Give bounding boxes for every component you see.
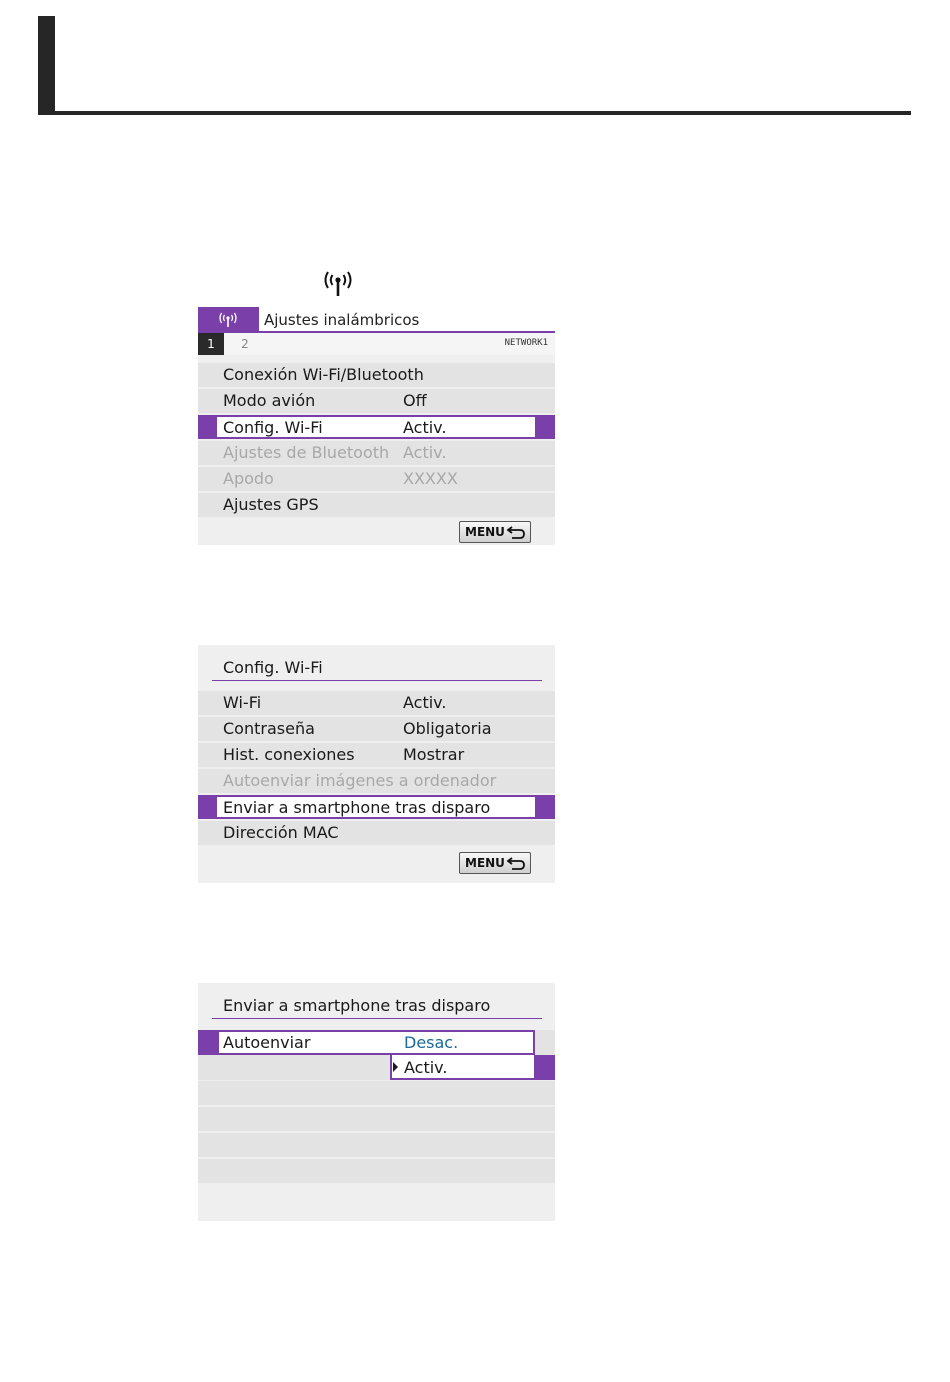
option-row: Activ.	[198, 1055, 555, 1080]
menu-button-label: MENU	[465, 525, 505, 539]
menu-item-value: Obligatoria	[403, 719, 492, 738]
menu-back-button[interactable]: MENU	[459, 852, 531, 874]
menu-button-label: MENU	[465, 856, 505, 870]
screen-title: Ajustes inalámbricos	[264, 311, 420, 329]
menu-item-label: Dirección MAC	[223, 823, 339, 842]
tab-2[interactable]: 2	[232, 333, 258, 355]
wireless-tab[interactable]	[198, 307, 259, 333]
selection-bar	[536, 1055, 555, 1080]
return-arrow-icon	[506, 857, 525, 870]
screen-title: Enviar a smartphone tras disparo	[223, 996, 491, 1015]
section-header-block	[38, 16, 55, 115]
screen-header: Ajustes inalámbricos	[198, 307, 555, 333]
menu-item-wifi[interactable]: Wi-Fi Activ.	[198, 691, 555, 715]
network-label: NETWORK1	[504, 338, 548, 348]
option-off[interactable]: Desac.	[404, 1033, 458, 1052]
wireless-settings-screen: Ajustes inalámbricos 1 2 NETWORK1 Conexi…	[198, 307, 555, 545]
tab-1[interactable]: 1	[198, 333, 224, 355]
page-tabs: 1 2 NETWORK1	[198, 333, 555, 355]
menu-item-label: Ajustes de Bluetooth	[223, 443, 390, 462]
menu-item-label: Contraseña	[223, 719, 315, 738]
menu-item-bluetooth-settings: Ajustes de Bluetooth Activ.	[198, 441, 555, 465]
menu-item-auto-send-to-computer: Autoenviar imágenes a ordenador	[198, 769, 555, 793]
empty-row	[198, 1133, 555, 1157]
menu-item-label: Modo avión	[223, 391, 316, 410]
menu-item-connection-history[interactable]: Hist. conexiones Mostrar	[198, 743, 555, 767]
menu-item-send-to-smartphone[interactable]: Enviar a smartphone tras disparo	[198, 795, 555, 819]
empty-row	[198, 1159, 555, 1183]
menu-item-label: Enviar a smartphone tras disparo	[223, 798, 491, 817]
menu-item-value: Activ.	[403, 418, 447, 437]
menu-back-button[interactable]: MENU	[459, 521, 531, 543]
menu-item-airplane-mode[interactable]: Modo avión Off	[198, 389, 555, 413]
empty-row	[198, 1081, 555, 1105]
menu-item-label: Hist. conexiones	[223, 745, 355, 764]
menu-item-label: Autoenviar imágenes a ordenador	[223, 771, 497, 790]
empty-row	[198, 1107, 555, 1131]
title-underline	[212, 1018, 542, 1019]
menu-item-value: Activ.	[403, 693, 447, 712]
menu-item-label: Conexión Wi-Fi/Bluetooth	[223, 365, 424, 384]
title-underline	[212, 680, 542, 681]
wifi-config-screen: Config. Wi-Fi Wi-Fi Activ. Contraseña Ob…	[198, 645, 555, 883]
selection-bar	[198, 1030, 217, 1055]
menu-item-mac-address[interactable]: Dirección MAC	[198, 821, 555, 845]
return-arrow-icon	[506, 526, 525, 539]
screen-title: Config. Wi-Fi	[223, 658, 323, 677]
menu-item-label: Config. Wi-Fi	[223, 418, 323, 437]
menu-item-nickname: Apodo XXXXX	[198, 467, 555, 491]
menu-item-gps-settings[interactable]: Ajustes GPS	[198, 493, 555, 517]
menu-item-value: XXXXX	[403, 469, 458, 488]
setting-label: Autoenviar	[223, 1033, 311, 1052]
wireless-antenna-icon	[219, 312, 237, 327]
menu-item-value: Mostrar	[403, 745, 465, 764]
section-header-rule	[38, 111, 911, 115]
option-on[interactable]: Activ.	[404, 1058, 448, 1077]
menu-item-wifi-bluetooth-connection[interactable]: Conexión Wi-Fi/Bluetooth	[198, 363, 555, 387]
auto-send-setting[interactable]: Autoenviar Desac.	[198, 1030, 555, 1055]
menu-item-label: Wi-Fi	[223, 693, 262, 712]
send-to-smartphone-screen: Enviar a smartphone tras disparo Autoenv…	[198, 983, 555, 1221]
menu-item-value: Activ.	[403, 443, 447, 462]
menu-item-label: Apodo	[223, 469, 274, 488]
menu-item-label: Ajustes GPS	[223, 495, 319, 514]
current-option-marker-icon	[393, 1062, 398, 1072]
menu-item-value: Off	[403, 391, 427, 410]
menu-item-password[interactable]: Contraseña Obligatoria	[198, 717, 555, 741]
menu-item-wifi-settings[interactable]: Config. Wi-Fi Activ.	[198, 415, 555, 439]
wireless-antenna-icon	[324, 271, 352, 296]
